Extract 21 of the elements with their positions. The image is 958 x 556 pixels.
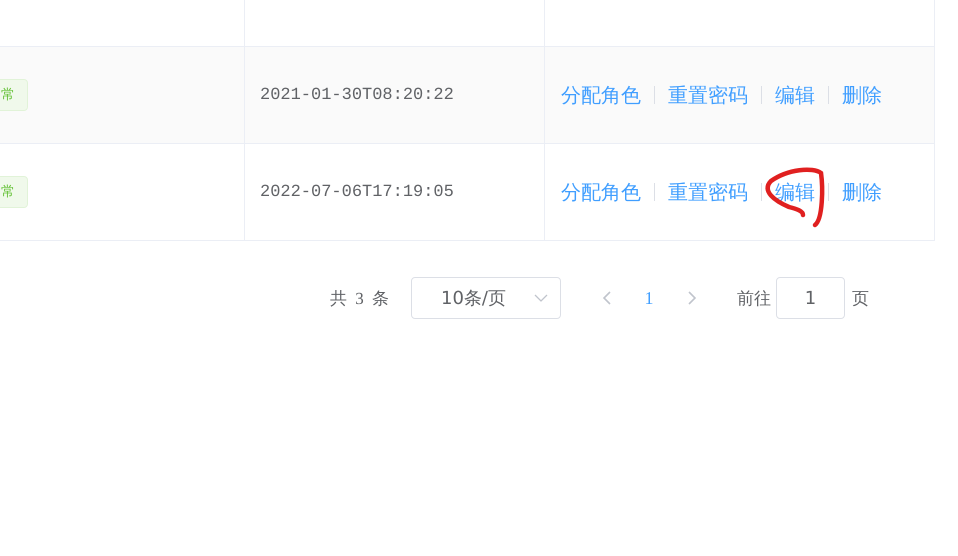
time-text: 2021-01-30T08:20:22 [260,86,454,104]
total-count: 共 3 条 [330,288,389,310]
action-link[interactable]: 分配角色 [561,82,641,108]
status-tag: 常 [0,176,28,208]
chevron-down-icon [534,294,548,302]
page-unit: 页 [852,288,869,310]
action-link[interactable]: 删除 [842,82,882,108]
action-link[interactable]: 编辑 [775,178,815,206]
page-input[interactable]: 1 [776,277,845,319]
page-size-select[interactable]: 10条/页 [411,277,561,319]
chevron-right-icon [688,291,696,305]
action-link[interactable]: 删除 [842,178,882,206]
action-link[interactable]: 编辑 [775,82,815,108]
action-link[interactable]: 分配角色 [561,178,641,206]
status-tag: 常 [0,79,28,111]
action-link[interactable]: 重置密码 [668,82,748,108]
action-link[interactable]: 重置密码 [668,178,748,206]
time-text: 2022-07-06T17:19:05 [260,182,454,202]
goto-label: 前往 [737,288,771,310]
page-number[interactable]: 1 [634,288,664,308]
chevron-left-icon [602,291,610,305]
